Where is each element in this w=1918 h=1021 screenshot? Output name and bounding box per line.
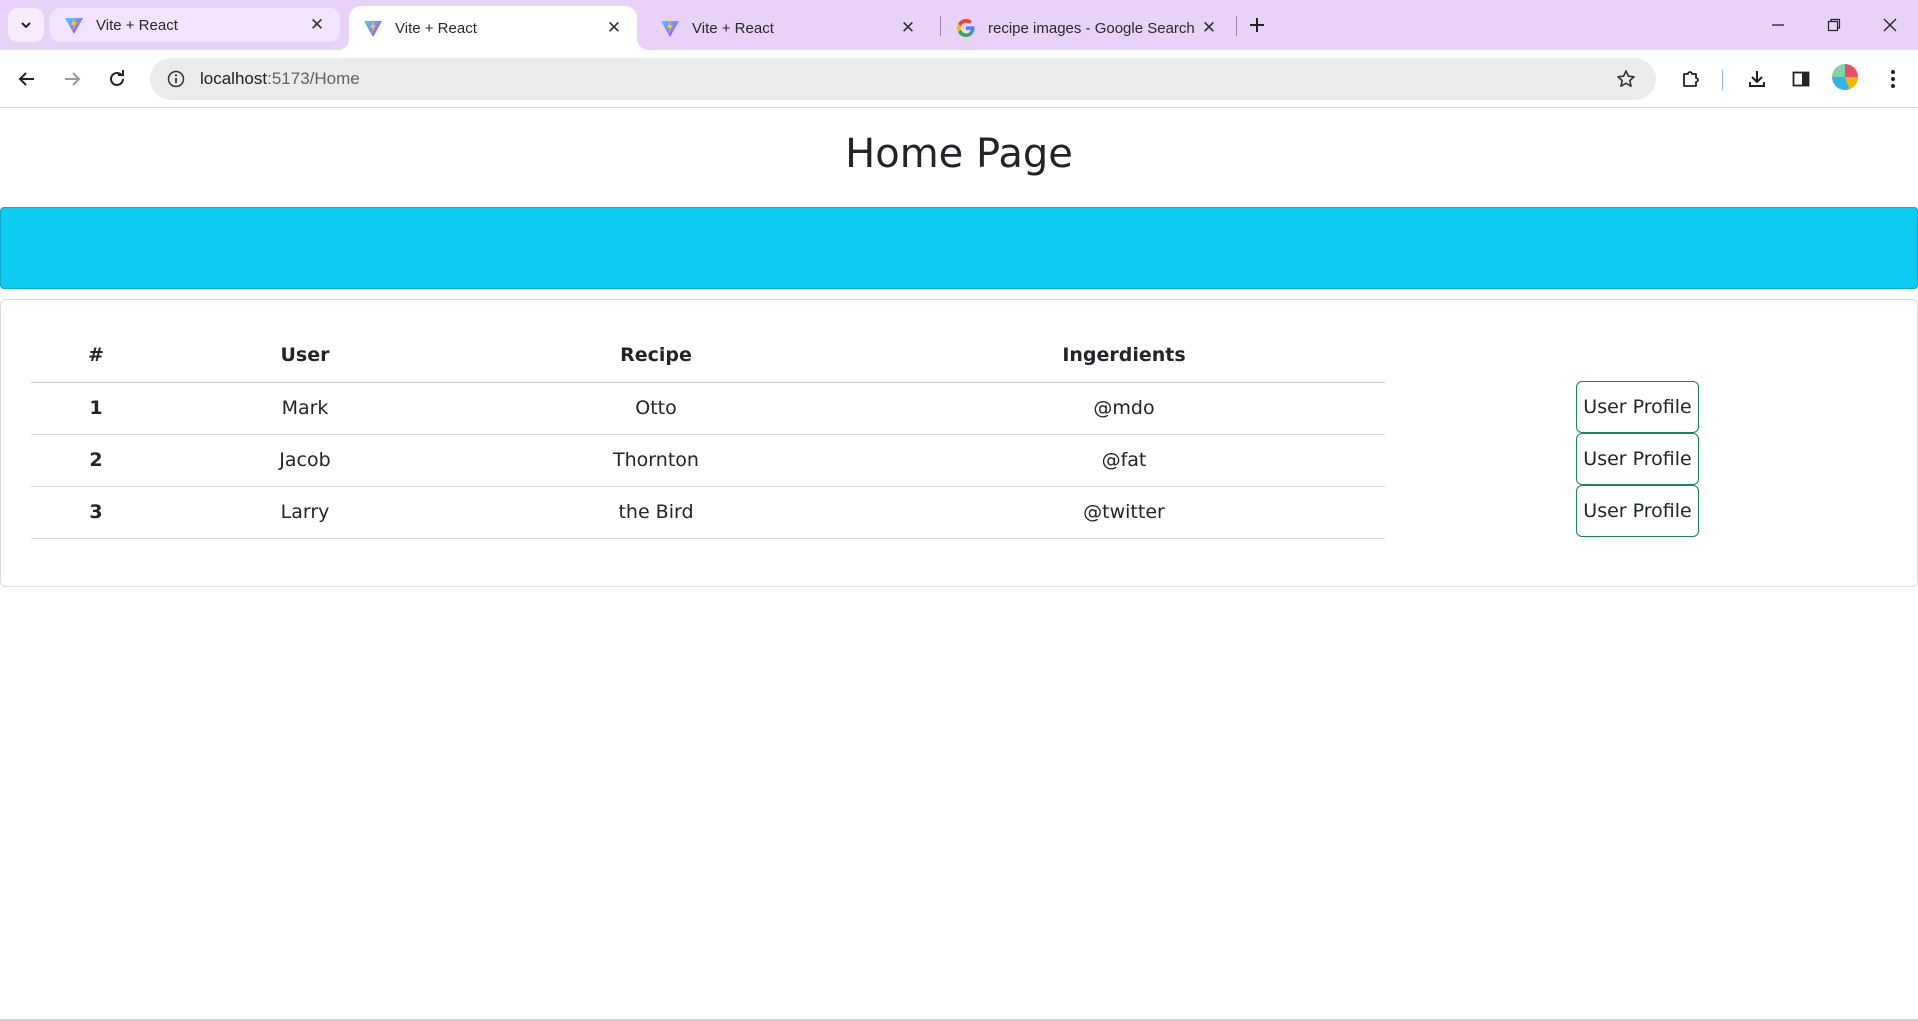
table-card: # User Recipe Ingerdients 1 Mark Otto @m… xyxy=(0,299,1918,587)
vite-icon xyxy=(661,19,679,37)
toolbar-divider xyxy=(1722,70,1723,90)
tab-3[interactable]: Vite + React ✕ xyxy=(646,6,931,50)
reload-icon xyxy=(110,70,124,86)
cell-index: 2 xyxy=(31,434,161,487)
close-icon[interactable]: ✕ xyxy=(603,17,625,39)
cell-recipe: Thornton xyxy=(449,434,863,487)
chevron-down-icon xyxy=(21,22,31,29)
table-row: 3 Larry the Bird @twitter xyxy=(31,486,1385,539)
table-row: 2 Jacob Thornton @fat xyxy=(31,434,1385,487)
browser-toolbar: localhost:5173/Home xyxy=(0,50,1918,108)
menu-button[interactable] xyxy=(1875,61,1911,97)
tab-separator xyxy=(1236,16,1237,36)
minimize-button[interactable] xyxy=(1750,0,1806,50)
cell-ingredients: @twitter xyxy=(863,486,1385,539)
user-profile-button[interactable]: User Profile xyxy=(1576,381,1699,433)
url-text[interactable]: localhost:5173/Home xyxy=(200,69,1606,89)
more-vert-icon xyxy=(1891,70,1895,88)
header-index: # xyxy=(31,328,161,383)
close-window-button[interactable] xyxy=(1862,0,1918,50)
side-panel-icon xyxy=(1792,71,1810,87)
profile-avatar[interactable] xyxy=(1832,64,1858,90)
cell-index: 3 xyxy=(31,486,161,539)
tab-strip: Vite + React ✕ Vite + React ✕ Vite + Rea… xyxy=(0,0,1918,50)
restore-button[interactable] xyxy=(1806,0,1862,50)
header-recipe: Recipe xyxy=(449,328,863,383)
bookmark-button[interactable] xyxy=(1606,58,1646,100)
back-button[interactable] xyxy=(9,61,45,97)
table-header-row: # User Recipe Ingerdients xyxy=(31,328,1385,383)
tab-2-active[interactable]: Vite + React ✕ xyxy=(337,6,649,50)
cell-user: Larry xyxy=(161,486,449,539)
cell-ingredients: @mdo xyxy=(863,382,1385,435)
page-content: Home Page # User Recipe Ingerdients 1 Ma… xyxy=(0,109,1918,1021)
downloads-button[interactable] xyxy=(1739,61,1775,97)
url-host: localhost xyxy=(200,69,268,88)
tab-separator xyxy=(940,16,941,36)
site-info-button[interactable] xyxy=(156,58,196,100)
cyan-banner xyxy=(0,207,1918,289)
download-icon xyxy=(1749,71,1765,87)
cell-user: Mark xyxy=(161,382,449,435)
restore-icon xyxy=(1827,18,1841,32)
info-icon xyxy=(167,70,185,88)
tab-4[interactable]: recipe images - Google Search ✕ xyxy=(942,6,1232,50)
cell-recipe: the Bird xyxy=(449,486,863,539)
tab-title: Vite + React xyxy=(395,19,477,37)
tab-search-button[interactable] xyxy=(8,8,44,42)
arrow-right-icon xyxy=(65,72,81,86)
extensions-button[interactable] xyxy=(1673,61,1709,97)
close-icon[interactable]: ✕ xyxy=(306,14,328,36)
vite-icon xyxy=(364,19,382,37)
tab-title: Vite + React xyxy=(96,16,178,34)
minimize-icon xyxy=(1772,24,1784,26)
google-icon xyxy=(957,19,975,37)
cell-user: Jacob xyxy=(161,434,449,487)
user-profile-button[interactable]: User Profile xyxy=(1576,433,1699,485)
cell-index: 1 xyxy=(31,382,161,435)
vite-icon xyxy=(65,16,83,34)
close-icon xyxy=(1883,18,1897,32)
url-path: :5173/Home xyxy=(267,69,360,88)
table-row: 1 Mark Otto @mdo xyxy=(31,382,1385,435)
recipe-table: # User Recipe Ingerdients 1 Mark Otto @m… xyxy=(31,328,1385,539)
cell-ingredients: @fat xyxy=(863,434,1385,487)
address-bar[interactable]: localhost:5173/Home xyxy=(150,58,1656,100)
user-profile-button[interactable]: User Profile xyxy=(1576,485,1699,537)
close-icon[interactable]: ✕ xyxy=(1198,17,1220,39)
tab-title: recipe images - Google Search xyxy=(988,19,1195,37)
close-icon[interactable]: ✕ xyxy=(897,17,919,39)
forward-button[interactable] xyxy=(54,61,90,97)
star-icon xyxy=(1617,70,1635,87)
plus-icon xyxy=(1250,18,1264,32)
header-user: User xyxy=(161,328,449,383)
tab-title: Vite + React xyxy=(692,19,774,37)
arrow-left-icon xyxy=(18,72,34,86)
page-title: Home Page xyxy=(845,131,1073,177)
new-tab-button[interactable] xyxy=(1242,10,1272,40)
reload-button[interactable] xyxy=(99,61,135,97)
header-ingredients: Ingerdients xyxy=(863,328,1385,383)
cell-recipe: Otto xyxy=(449,382,863,435)
side-panel-button[interactable] xyxy=(1783,61,1819,97)
puzzle-icon xyxy=(1683,71,1699,87)
tab-1[interactable]: Vite + React ✕ xyxy=(50,8,340,42)
